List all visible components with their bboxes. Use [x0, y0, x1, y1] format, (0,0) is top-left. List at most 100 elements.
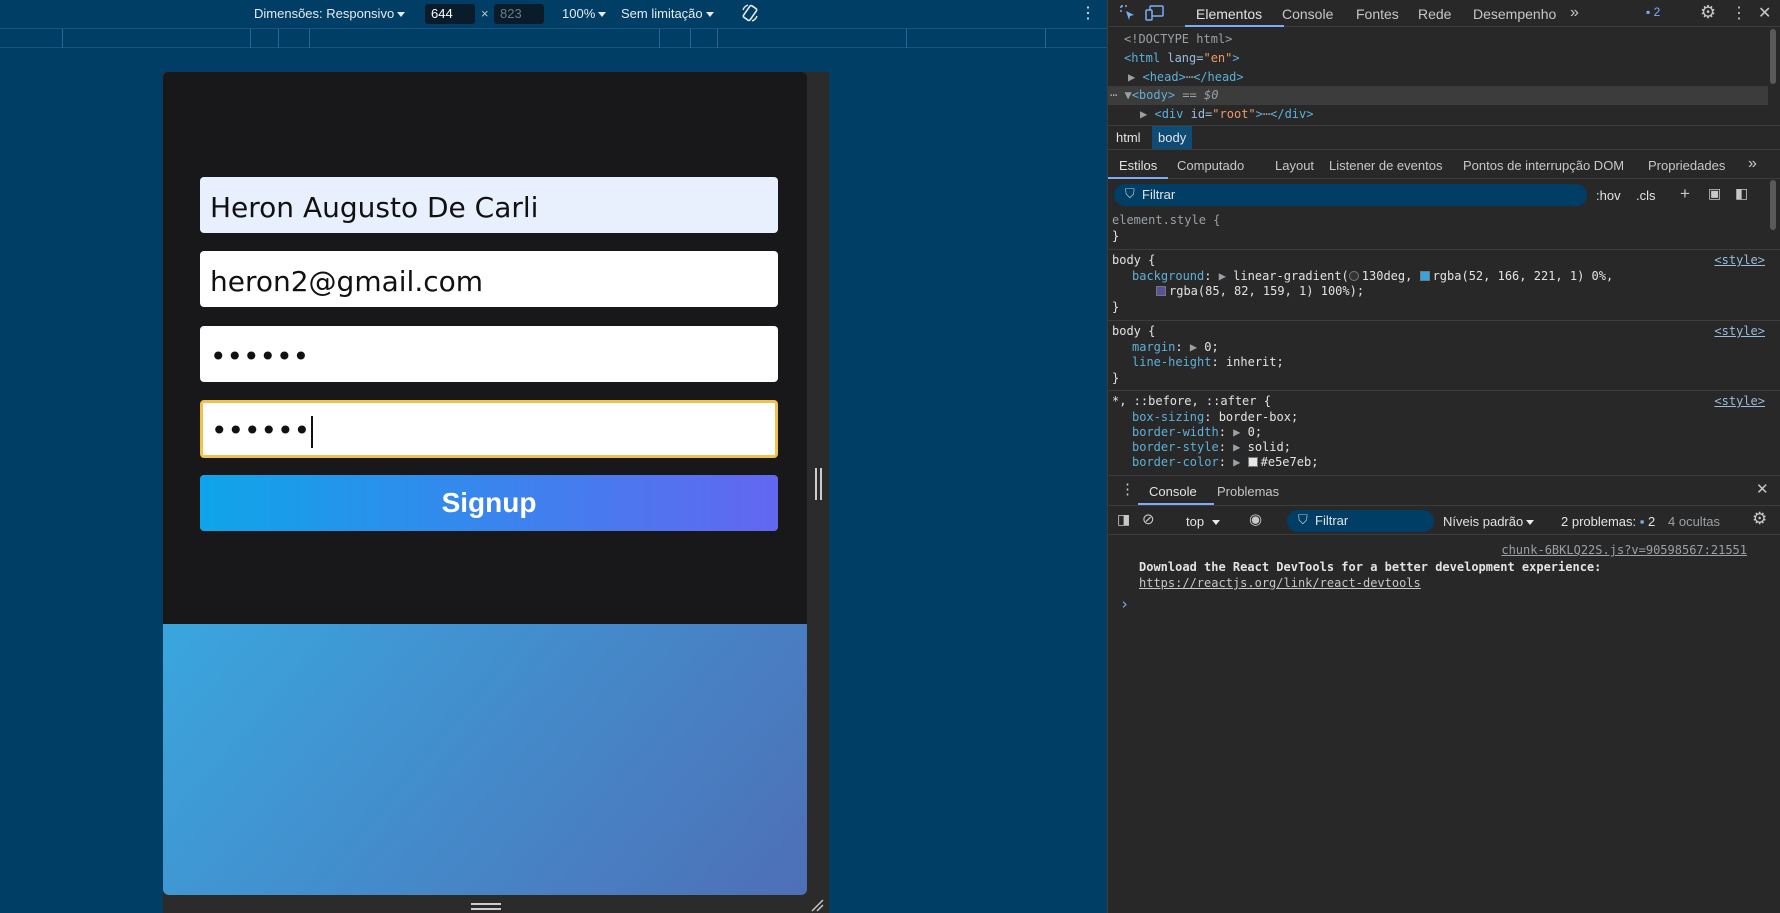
log-levels-dropdown[interactable]: Níveis padrão — [1443, 514, 1535, 529]
more-vert-icon[interactable]: ⋮ — [1080, 3, 1096, 23]
color-swatch[interactable] — [1247, 457, 1258, 467]
box-sizing-declaration[interactable]: box-sizing: border-box; — [1132, 410, 1298, 424]
head-tag: <head> — [1142, 70, 1186, 84]
tab-elements[interactable]: Elementos — [1196, 6, 1262, 22]
add-rule-icon[interactable]: + — [1680, 184, 1690, 204]
tab-console[interactable]: Console — [1282, 6, 1333, 22]
tab-computed[interactable]: Computado — [1177, 158, 1244, 173]
resize-handle-right[interactable] — [815, 468, 822, 500]
element-style-rule: element.style { } — [1108, 210, 1780, 250]
expand-arrow-icon[interactable]: ▶ — [1140, 107, 1147, 121]
issues-badge[interactable]: ▪ 2 — [1646, 5, 1660, 19]
close-icon[interactable]: ✕ — [1756, 480, 1769, 498]
console-filter-input[interactable]: ⛉ Filtrar — [1287, 510, 1434, 532]
style-source-link[interactable]: <style> — [1714, 394, 1765, 408]
gear-icon[interactable]: ⚙ — [1700, 2, 1716, 23]
border-color-declaration[interactable]: border-color: ▶ #e5e7eb; — [1132, 455, 1318, 469]
width-input[interactable]: 644 — [425, 4, 475, 24]
breadcrumb-html[interactable]: html — [1116, 130, 1141, 145]
name-field[interactable]: Heron Augusto De Carli — [200, 177, 778, 233]
line-height-value: inherit; — [1225, 355, 1284, 369]
drawer-tab-problems[interactable]: Problemas — [1217, 484, 1279, 499]
style-source-link[interactable]: <style> — [1714, 324, 1765, 338]
body-node[interactable]: ⋯ ▼<body> == $0 — [1110, 88, 1218, 102]
border-style-declaration[interactable]: border-style: ▶ solid; — [1132, 440, 1291, 454]
background-declaration[interactable]: background: ▶ linear-gradient(130deg, rg… — [1132, 269, 1613, 283]
collapse-arrow-icon[interactable]: ▼ — [1124, 88, 1131, 102]
tab-layout[interactable]: Layout — [1275, 158, 1314, 173]
line-height-declaration[interactable]: line-height: inherit; — [1132, 355, 1284, 369]
root-div-node[interactable]: ▶ <div id="root">⋯</div> — [1140, 107, 1313, 121]
eye-icon[interactable]: ◉ — [1249, 510, 1262, 528]
rotate-icon[interactable] — [740, 3, 760, 23]
breadcrumb-body[interactable]: body — [1152, 126, 1193, 149]
throttle-dropdown[interactable]: Sem limitação — [621, 6, 714, 21]
device-toggle-icon[interactable] — [1145, 4, 1165, 22]
tab-network[interactable]: Rede — [1418, 6, 1451, 22]
drawer-tab-console[interactable]: Console — [1149, 484, 1197, 499]
email-field[interactable]: heron2@gmail.com — [200, 251, 778, 307]
paint-icon[interactable]: ▣ — [1708, 185, 1721, 202]
password-field[interactable]: •••••• — [200, 326, 778, 382]
color-swatch[interactable] — [1419, 271, 1430, 281]
confirm-password-value: •••••• — [211, 414, 311, 447]
resize-handle-bottom[interactable] — [471, 903, 501, 910]
console-prompt[interactable]: › — [1120, 595, 1129, 613]
margin-declaration[interactable]: margin: ▶ 0; — [1132, 340, 1219, 354]
tab-performance[interactable]: Desempenho — [1473, 6, 1556, 22]
ellipsis-icon[interactable]: ⋯ — [1186, 70, 1193, 84]
inspect-element-icon[interactable] — [1119, 4, 1137, 22]
cls-toggle[interactable]: .cls — [1636, 188, 1656, 203]
styles-subtabs: Estilos Computado Layout Listener de eve… — [1108, 151, 1780, 179]
box-sizing-prop: box-sizing — [1132, 410, 1205, 424]
sidebar-toggle-icon[interactable]: ◧ — [1735, 185, 1748, 202]
resize-corner-icon[interactable] — [810, 898, 824, 912]
gradient-angle: 130deg, — [1361, 269, 1413, 283]
hov-toggle[interactable]: :hov — [1596, 188, 1621, 203]
gear-icon[interactable]: ⚙ — [1752, 509, 1767, 529]
box-sizing-value: border-box; — [1218, 410, 1299, 424]
clear-console-icon[interactable]: ⊘ — [1142, 510, 1155, 528]
doctype-line[interactable]: <!DOCTYPE html> — [1124, 32, 1232, 46]
more-vert-icon[interactable]: ⋮ — [1731, 3, 1747, 23]
more-tabs-icon[interactable]: » — [1748, 155, 1757, 173]
hidden-count: 4 ocultas — [1668, 514, 1721, 529]
color-swatch[interactable] — [1156, 286, 1166, 296]
dom-scrollbar[interactable] — [1770, 29, 1776, 84]
context-label: top — [1186, 514, 1205, 529]
confirm-password-field[interactable]: •••••• — [200, 400, 778, 458]
body-selector[interactable]: body { — [1112, 324, 1155, 338]
zoom-dropdown[interactable]: 100% — [562, 6, 607, 21]
universal-selector[interactable]: *, ::before, ::after { — [1112, 394, 1271, 408]
border-width-declaration[interactable]: border-width: ▶ 0; — [1132, 425, 1262, 439]
tab-dom-breakpoints[interactable]: Pontos de interrupção DOM — [1463, 158, 1624, 173]
close-icon[interactable]: ✕ — [1758, 3, 1771, 23]
style-source-link[interactable]: <style> — [1714, 253, 1765, 267]
line-height-prop: line-height — [1132, 355, 1212, 369]
react-devtools-link[interactable]: https://reactjs.org/link/react-devtools — [1139, 576, 1421, 590]
dimensions-dropdown[interactable]: Dimensões: Responsivo — [254, 6, 406, 21]
tab-properties[interactable]: Propriedades — [1648, 158, 1725, 173]
sidebar-toggle-icon[interactable]: ◨ — [1117, 511, 1130, 528]
expand-arrow-icon[interactable]: ▶ — [1128, 70, 1135, 84]
signup-button[interactable]: Signup — [200, 475, 778, 531]
tab-event-listeners[interactable]: Listener de eventos — [1329, 158, 1442, 173]
tab-styles[interactable]: Estilos — [1119, 158, 1157, 173]
height-input[interactable]: 823 — [494, 4, 544, 24]
gradient-stop-2: rgba(85, 82, 159, 1) 100%); — [1169, 284, 1365, 298]
times-sign: × — [481, 6, 489, 21]
tab-sources[interactable]: Fontes — [1356, 6, 1399, 22]
more-tabs-icon[interactable]: » — [1570, 4, 1579, 22]
angle-swatch-icon[interactable] — [1348, 271, 1359, 281]
styles-filter-input[interactable]: ⛉ Filtrar — [1114, 184, 1587, 206]
styles-scrollbar[interactable] — [1770, 180, 1776, 230]
head-node[interactable]: ▶ <head>⋯</head> — [1128, 70, 1244, 84]
text-cursor — [311, 416, 314, 448]
problems-indicator[interactable]: 2 problemas: ▪ 2 — [1561, 514, 1655, 529]
html-node[interactable]: <html lang="en"> — [1124, 51, 1240, 65]
message-source-link[interactable]: chunk-6BKLQ22S.js?v=90598567:21551 — [1501, 543, 1747, 557]
more-vert-icon[interactable]: ⋮ — [1120, 480, 1135, 498]
context-selector[interactable]: top — [1186, 514, 1221, 529]
body-selector[interactable]: body { — [1112, 253, 1155, 267]
element-style-selector[interactable]: element.style { — [1112, 213, 1220, 227]
